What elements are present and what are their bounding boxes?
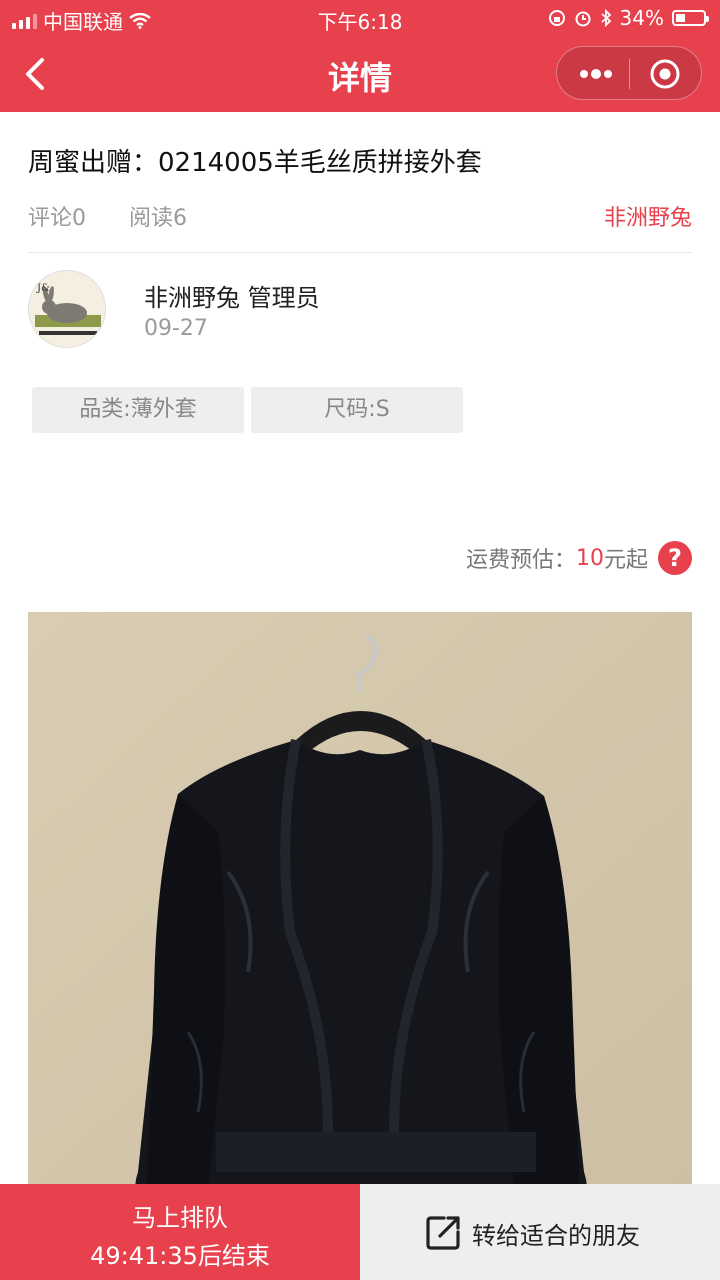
post-title: 周蜜出赠：0214005羊毛丝质拼接外套 bbox=[28, 148, 482, 178]
product-photo[interactable] bbox=[28, 612, 692, 1212]
queue-button[interactable]: 马上排队 49:41:35后结束 bbox=[0, 1184, 360, 1280]
battery-icon bbox=[672, 10, 709, 26]
jacket-image bbox=[28, 612, 692, 1212]
status-right: 34% bbox=[548, 6, 709, 30]
tag-size: 尺码:S bbox=[251, 387, 463, 433]
status-bar: 中国联通 下午6:18 34% bbox=[0, 0, 720, 36]
share-button[interactable]: 转给适合的朋友 bbox=[360, 1184, 720, 1280]
shipping-price: 10 bbox=[575, 545, 604, 571]
more-dots-icon[interactable] bbox=[577, 59, 615, 89]
battery-percent: 34% bbox=[619, 6, 664, 30]
bottom-action-bar: 马上排队 49:41:35后结束 转给适合的朋友 bbox=[0, 1184, 720, 1280]
mini-program-capsule bbox=[556, 46, 702, 100]
shipping-suffix: 元起 bbox=[603, 548, 648, 573]
post-date: 09-27 bbox=[144, 316, 208, 341]
post-meta: 评论0 阅读6 bbox=[28, 200, 223, 232]
queue-countdown: 49:41:35后结束 bbox=[90, 1242, 270, 1270]
author-name[interactable]: 非洲野兔 管理员 bbox=[144, 278, 320, 313]
author-link[interactable]: 非洲野兔 bbox=[604, 200, 692, 232]
rabbit-logo-image: J& bbox=[29, 271, 105, 347]
share-icon bbox=[426, 1216, 460, 1250]
queue-label: 马上排队 bbox=[132, 1204, 228, 1232]
shipping-label: 运费预估： bbox=[465, 548, 576, 573]
svg-text:J&: J& bbox=[36, 283, 50, 294]
rotation-lock-icon bbox=[548, 10, 565, 26]
avatar[interactable]: J& bbox=[28, 270, 106, 348]
read-count: 阅读6 bbox=[129, 206, 187, 231]
help-icon[interactable]: ? bbox=[658, 541, 692, 575]
shipping-estimate: 运费预估： 10 元起 ? bbox=[466, 540, 692, 576]
nav-bar: 详情 bbox=[0, 36, 720, 112]
share-label: 转给适合的朋友 bbox=[472, 1222, 640, 1250]
tag-category: 品类:薄外套 bbox=[32, 387, 244, 433]
comment-count[interactable]: 评论0 bbox=[28, 206, 86, 231]
capsule-divider bbox=[629, 59, 630, 89]
alarm-icon bbox=[575, 11, 591, 27]
divider bbox=[28, 252, 692, 253]
bluetooth-icon bbox=[600, 9, 611, 27]
target-icon[interactable] bbox=[649, 58, 681, 90]
